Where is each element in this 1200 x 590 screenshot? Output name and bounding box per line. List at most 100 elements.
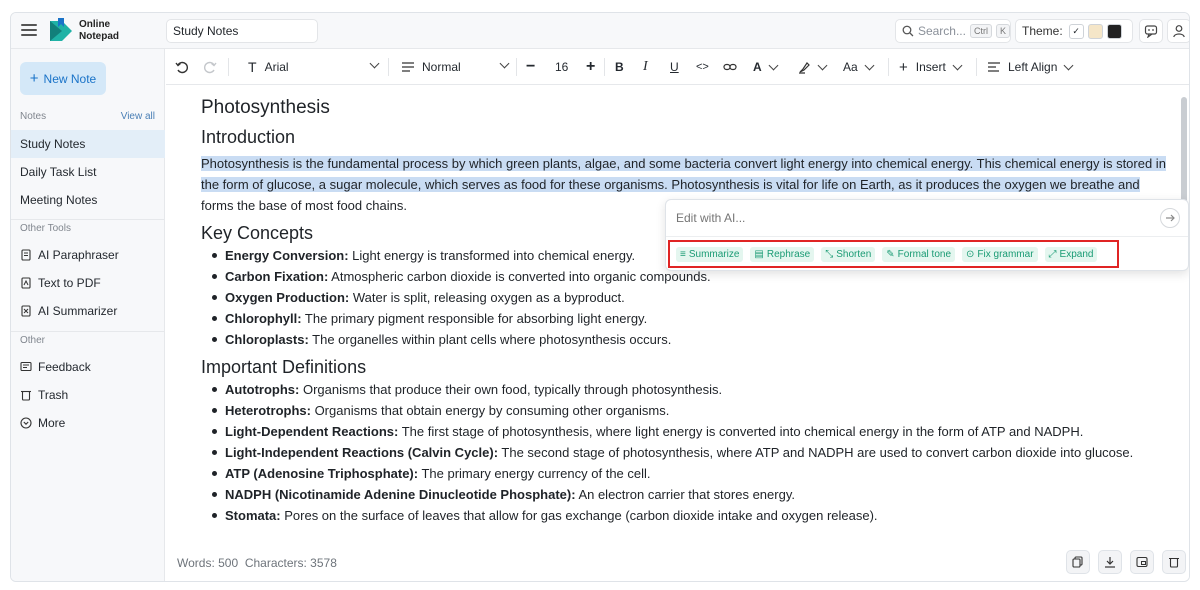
term: NADPH (Nicotinamide Adenine Dinucleotide…: [225, 487, 576, 502]
word-count: Words: 500: [177, 556, 239, 570]
increase-font-button[interactable]: +: [586, 49, 595, 85]
sidebar-feedback[interactable]: Feedback: [11, 353, 165, 381]
note-label: Meeting Notes: [20, 193, 98, 207]
term: Chlorophyll:: [225, 311, 302, 326]
shorten-icon: ⤡: [825, 248, 834, 260]
bold-icon: B: [615, 60, 624, 74]
chevron-down-icon: [952, 60, 963, 70]
ai-action-expand[interactable]: ⤢ Expand: [1044, 246, 1098, 262]
theme-swatch-sepia[interactable]: [1087, 23, 1103, 39]
italic-button[interactable]: I: [643, 49, 648, 85]
definition: The primary pigment responsible for abso…: [301, 311, 648, 326]
plus-icon: +: [586, 58, 596, 75]
term: Chloroplasts:: [225, 332, 309, 347]
text-color-button[interactable]: A: [753, 49, 779, 85]
sidebar-note-study-notes[interactable]: Study Notes: [11, 130, 165, 158]
chevron-down-icon: [768, 60, 779, 70]
chevron-down-icon: [817, 60, 828, 70]
ai-send-button[interactable]: [1160, 208, 1180, 228]
sidebar-note-daily-task-list[interactable]: Daily Task List: [11, 158, 165, 186]
share-button[interactable]: [1130, 550, 1154, 574]
new-note-button[interactable]: + New Note: [20, 62, 106, 95]
definition: Organisms that obtain energy by consumin…: [310, 403, 670, 418]
menu-icon[interactable]: [21, 22, 37, 38]
chip-label: Rephrase: [766, 248, 811, 260]
ai-action-shorten[interactable]: ⤡ Shorten: [821, 246, 876, 262]
notes-section-label: Notes: [20, 111, 47, 122]
account-button[interactable]: [1167, 19, 1189, 43]
definition: Organisms that produce their own food, t…: [299, 382, 723, 397]
toolbar-separator: [604, 58, 605, 76]
undo-button[interactable]: [175, 49, 189, 85]
view-all-link[interactable]: View all: [121, 111, 155, 122]
theme-swatch-light[interactable]: ✓: [1068, 23, 1084, 39]
code-icon: <>: [696, 61, 709, 73]
summarizer-icon: [21, 305, 31, 317]
toolbar-separator: [228, 58, 229, 76]
pen-icon: ✎: [886, 248, 895, 260]
search-icon: [902, 25, 914, 37]
insert-menu-button[interactable]: + Insert: [899, 49, 963, 85]
rephrase-icon: ▤: [754, 248, 764, 260]
sidebar-divider: [11, 219, 165, 220]
highlight-color-button[interactable]: [798, 49, 828, 85]
list-item: Oxygen Production: Water is split, relea…: [211, 287, 1166, 308]
definition: Atmospheric carbon dioxide is converted …: [328, 269, 711, 284]
align-select[interactable]: Left Align: [988, 49, 1074, 85]
toolbar-separator: [888, 58, 889, 76]
bold-button[interactable]: B: [615, 49, 624, 85]
download-icon: [1105, 557, 1115, 568]
redo-button[interactable]: [203, 49, 217, 85]
align-left-icon: [988, 62, 1000, 72]
code-button[interactable]: <>: [696, 49, 709, 85]
document-title-input[interactable]: Study Notes: [166, 19, 318, 43]
definition: The second stage of photosynthesis, wher…: [498, 445, 1134, 460]
italic-icon: I: [643, 59, 648, 74]
term: ATP (Adenosine Triphosphate):: [225, 466, 419, 481]
copy-button[interactable]: [1066, 550, 1090, 574]
ai-chat-button[interactable]: [1139, 19, 1163, 43]
ai-action-summarize[interactable]: ≡ Summarize: [676, 246, 744, 262]
sidebar-tool-ai-summarizer[interactable]: AI Summarizer: [11, 297, 165, 325]
block-style-select[interactable]: Normal: [402, 49, 510, 85]
definition: The primary energy currency of the cell.: [418, 466, 651, 481]
download-button[interactable]: [1098, 550, 1122, 574]
list-item: Light-Independent Reactions (Calvin Cycl…: [211, 442, 1166, 463]
definition: An electron carrier that stores energy.: [575, 487, 795, 502]
ai-action-fix-grammar[interactable]: ⊙ Fix grammar: [962, 246, 1038, 262]
block-style-value: Normal: [422, 60, 461, 74]
note-label: Daily Task List: [20, 165, 97, 179]
text-color-icon: A: [753, 60, 762, 74]
item-label: More: [38, 416, 66, 430]
list-item: Autotrophs: Organisms that produce their…: [211, 379, 1166, 400]
sidebar-note-meeting-notes[interactable]: Meeting Notes: [11, 186, 165, 214]
ai-edit-input[interactable]: [676, 211, 1146, 225]
definition: Pores on the surface of leaves that allo…: [280, 508, 878, 523]
sidebar-trash[interactable]: Trash: [11, 381, 165, 409]
app-window: Online Notepad Study Notes Search... Ctr…: [10, 12, 1190, 582]
font-family-select[interactable]: T Arial: [248, 49, 380, 85]
ai-action-formal-tone[interactable]: ✎ Formal tone: [882, 246, 956, 262]
top-bar: Online Notepad Study Notes Search... Ctr…: [11, 13, 1189, 49]
redo-icon: [204, 61, 217, 74]
underline-button[interactable]: U: [670, 49, 679, 85]
sidebar-tool-ai-paraphraser[interactable]: AI Paraphraser: [11, 241, 165, 269]
editor-area[interactable]: Photosynthesis Introduction Photosynthes…: [166, 85, 1189, 540]
sidebar-more[interactable]: More: [11, 409, 165, 437]
ai-action-rephrase[interactable]: ▤ Rephrase: [750, 246, 815, 262]
theme-swatch-dark[interactable]: [1106, 23, 1122, 39]
decrease-font-button[interactable]: −: [526, 49, 535, 85]
text-case-button[interactable]: Aa: [843, 49, 875, 85]
link-button[interactable]: [723, 49, 737, 85]
undo-icon: [175, 61, 188, 74]
definitions-list: Autotrophs: Organisms that produce their…: [211, 379, 1166, 526]
search-box[interactable]: Search... Ctrl K: [895, 19, 1011, 43]
underline-icon: U: [670, 60, 679, 74]
paragraph-icon: [402, 62, 414, 72]
sidebar-tool-text-to-pdf[interactable]: Text to PDF: [11, 269, 165, 297]
font-size-value[interactable]: 16: [555, 49, 568, 85]
list-item: Light-Dependent Reactions: The first sta…: [211, 421, 1166, 442]
delete-button[interactable]: [1162, 550, 1186, 574]
text-case-icon: Aa: [843, 60, 858, 74]
list-item: Heterotrophs: Organisms that obtain ener…: [211, 400, 1166, 421]
